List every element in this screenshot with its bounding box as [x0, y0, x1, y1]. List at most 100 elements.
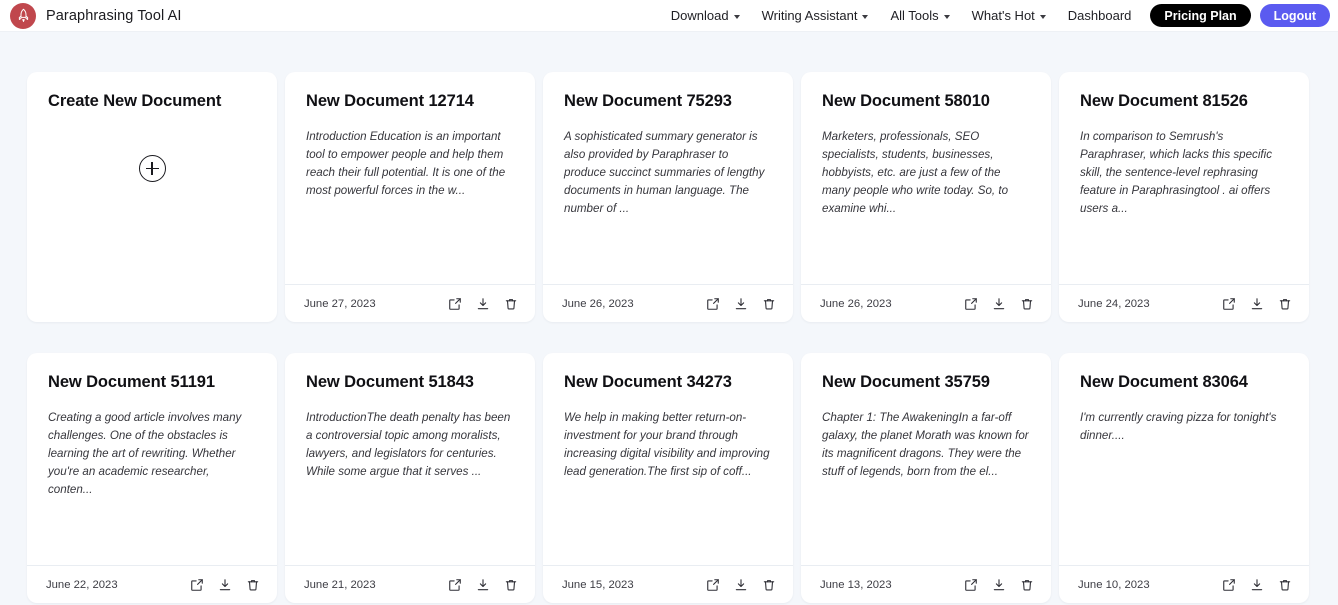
nav-item-writing-assistant[interactable]: Writing Assistant — [751, 0, 880, 32]
document-card-body: New Document 58010 Marketers, professiona… — [801, 72, 1051, 284]
document-card-footer: June 21, 2023 — [285, 565, 535, 603]
download-icon[interactable] — [733, 577, 748, 592]
trash-icon[interactable] — [761, 577, 776, 592]
trash-icon[interactable] — [503, 577, 518, 592]
nav-item-all-tools[interactable]: All Tools — [879, 0, 960, 32]
documents-canvas: Create New Document New Document 12714 In… — [0, 32, 1338, 605]
download-icon[interactable] — [733, 296, 748, 311]
create-plus-wrap — [48, 154, 256, 182]
document-excerpt: We help in making better return-on-inves… — [564, 410, 770, 479]
document-excerpt: A sophisticated summary generator is als… — [564, 129, 765, 216]
document-card-footer: June 26, 2023 — [543, 284, 793, 322]
document-card[interactable]: New Document 35759 Chapter 1: The Awakeni… — [801, 353, 1051, 603]
download-icon[interactable] — [475, 296, 490, 311]
external-link-icon[interactable] — [705, 577, 720, 592]
document-excerpt: Creating a good article involves many ch… — [48, 410, 242, 497]
pricing-plan-button[interactable]: Pricing Plan — [1150, 4, 1251, 27]
top-navigation-bar: Paraphrasing Tool AI Download Writing As… — [0, 0, 1338, 32]
nav-item-label: Download — [670, 8, 729, 23]
document-actions — [189, 577, 260, 592]
document-card[interactable]: New Document 83064 I'm currently craving … — [1059, 353, 1309, 603]
nav-item-whats-hot[interactable]: What's Hot — [961, 0, 1057, 32]
document-actions — [963, 296, 1034, 311]
rocket-icon — [10, 2, 36, 29]
document-date: June 27, 2023 — [304, 297, 376, 310]
chevron-down-icon — [943, 14, 950, 19]
nav-item-label: All Tools — [890, 8, 939, 23]
download-icon[interactable] — [991, 296, 1006, 311]
document-title: New Document 81526 — [1080, 92, 1248, 110]
nav-item-label: Dashboard — [1067, 8, 1132, 23]
nav-item-dashboard[interactable]: Dashboard — [1057, 0, 1143, 32]
download-icon[interactable] — [475, 577, 490, 592]
nav-item-label: What's Hot — [971, 8, 1035, 23]
document-date: June 26, 2023 — [562, 297, 634, 310]
document-title: New Document 51191 — [48, 373, 215, 391]
create-card-title: Create New Document — [48, 92, 222, 110]
external-link-icon[interactable] — [447, 577, 462, 592]
trash-icon[interactable] — [1019, 577, 1034, 592]
external-link-icon[interactable] — [963, 577, 978, 592]
documents-grid: Create New Document New Document 12714 In… — [27, 72, 1338, 603]
document-date: June 10, 2023 — [1078, 578, 1150, 591]
document-date: June 24, 2023 — [1078, 297, 1150, 310]
external-link-icon[interactable] — [1221, 577, 1236, 592]
document-title: New Document 35759 — [822, 373, 990, 391]
create-card-body: Create New Document — [27, 72, 277, 322]
download-icon[interactable] — [991, 577, 1006, 592]
external-link-icon[interactable] — [705, 296, 720, 311]
document-excerpt: IntroductionThe death penalty has been a… — [306, 410, 511, 479]
trash-icon[interactable] — [503, 296, 518, 311]
external-link-icon[interactable] — [1221, 296, 1236, 311]
trash-icon[interactable] — [1277, 577, 1292, 592]
document-card-footer: June 22, 2023 — [27, 565, 277, 603]
document-card-footer: June 10, 2023 — [1059, 565, 1309, 603]
document-title: New Document 34273 — [564, 373, 732, 391]
document-excerpt: Chapter 1: The AwakeningIn a far-off gal… — [822, 410, 1029, 479]
document-date: June 13, 2023 — [820, 578, 892, 591]
document-title: New Document 83064 — [1080, 373, 1248, 391]
brand-name: Paraphrasing Tool AI — [46, 7, 182, 24]
document-card[interactable]: New Document 51191 Creating a good articl… — [27, 353, 277, 603]
external-link-icon[interactable] — [447, 296, 462, 311]
document-excerpt: In comparison to Semrush's Paraphraser, … — [1080, 129, 1273, 216]
create-new-document-card[interactable]: Create New Document — [27, 72, 277, 322]
document-card-footer: June 15, 2023 — [543, 565, 793, 603]
chevron-down-icon — [733, 14, 740, 19]
external-link-icon[interactable] — [963, 296, 978, 311]
document-actions — [963, 577, 1034, 592]
document-card[interactable]: New Document 58010 Marketers, professiona… — [801, 72, 1051, 322]
external-link-icon[interactable] — [189, 577, 204, 592]
document-title: New Document 51843 — [306, 373, 474, 391]
plus-circle-icon[interactable] — [138, 154, 166, 182]
download-icon[interactable] — [217, 577, 232, 592]
document-card-body: New Document 51843 IntroductionThe death … — [285, 353, 535, 565]
document-card[interactable]: New Document 81526 In comparison to Semru… — [1059, 72, 1309, 322]
document-card-body: New Document 83064 I'm currently craving … — [1059, 353, 1309, 565]
document-card-body: New Document 75293 A sophisticated summar… — [543, 72, 793, 284]
document-excerpt: I'm currently craving pizza for tonight'… — [1080, 410, 1277, 442]
document-card[interactable]: New Document 12714 Introduction Education… — [285, 72, 535, 322]
trash-icon[interactable] — [761, 296, 776, 311]
document-title: New Document 12714 — [306, 92, 474, 110]
download-icon[interactable] — [1249, 577, 1264, 592]
trash-icon[interactable] — [1019, 296, 1034, 311]
chevron-down-icon — [1039, 14, 1046, 19]
nav-item-download[interactable]: Download — [660, 0, 751, 32]
trash-icon[interactable] — [245, 577, 260, 592]
document-card-footer: June 26, 2023 — [801, 284, 1051, 322]
document-title: New Document 75293 — [564, 92, 732, 110]
chevron-down-icon — [862, 14, 869, 19]
document-card-body: New Document 34273 We help in making bett… — [543, 353, 793, 565]
document-date: June 26, 2023 — [820, 297, 892, 310]
document-card-body: New Document 51191 Creating a good articl… — [27, 353, 277, 565]
document-card[interactable]: New Document 75293 A sophisticated summar… — [543, 72, 793, 322]
download-icon[interactable] — [1249, 296, 1264, 311]
document-card[interactable]: New Document 34273 We help in making bett… — [543, 353, 793, 603]
document-card-body: New Document 35759 Chapter 1: The Awakeni… — [801, 353, 1051, 565]
document-card[interactable]: New Document 51843 IntroductionThe death … — [285, 353, 535, 603]
logout-button[interactable]: Logout — [1259, 4, 1330, 27]
brand[interactable]: Paraphrasing Tool AI — [10, 2, 182, 29]
trash-icon[interactable] — [1277, 296, 1292, 311]
document-date: June 21, 2023 — [304, 578, 376, 591]
